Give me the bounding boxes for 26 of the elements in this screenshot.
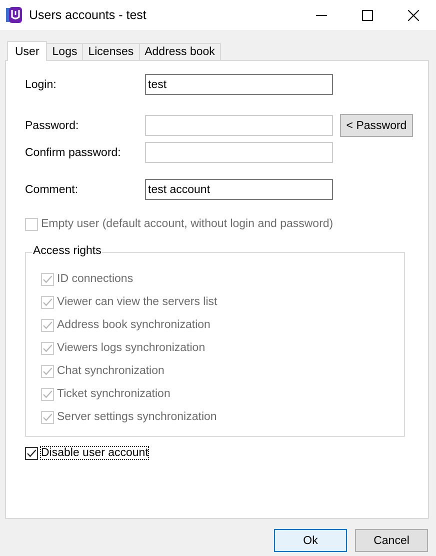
checkbox-label: Disable user account [41, 447, 148, 459]
checkbox[interactable] [25, 446, 38, 460]
window-title: Users accounts - test [29, 8, 148, 22]
checkbox-label: Address book synchronization [57, 319, 210, 331]
input-field[interactable]: test account [145, 179, 333, 200]
tab[interactable]: User [7, 41, 48, 61]
field-label: Password: [25, 120, 80, 132]
cancel-button[interactable]: Cancel [355, 529, 428, 552]
checkbox-label: Empty user (default account, without login and password) [41, 218, 334, 230]
ok-button[interactable]: Ok [274, 529, 347, 552]
tab[interactable]: Address book [138, 43, 221, 60]
checkbox-label: Server settings synchronization [57, 411, 217, 423]
close-icon [408, 10, 418, 20]
input-field[interactable]: test [145, 74, 333, 95]
checkbox-label: ID connections [57, 273, 134, 285]
field-label: Comment: [25, 184, 80, 196]
field-label: Login: [25, 78, 58, 90]
tab[interactable]: Logs [46, 43, 84, 60]
group-title: Access rights [32, 245, 102, 257]
app-icon [6, 6, 22, 24]
checkbox-label: Ticket synchronization [57, 388, 170, 400]
checkbox-label: Viewer can view the servers list [57, 296, 218, 308]
checkbox-label: Chat synchronization [57, 365, 164, 377]
maximize-icon [362, 10, 372, 20]
checkbox-label: Viewers logs synchronization [57, 342, 206, 354]
field-label: Confirm password: [25, 146, 122, 158]
